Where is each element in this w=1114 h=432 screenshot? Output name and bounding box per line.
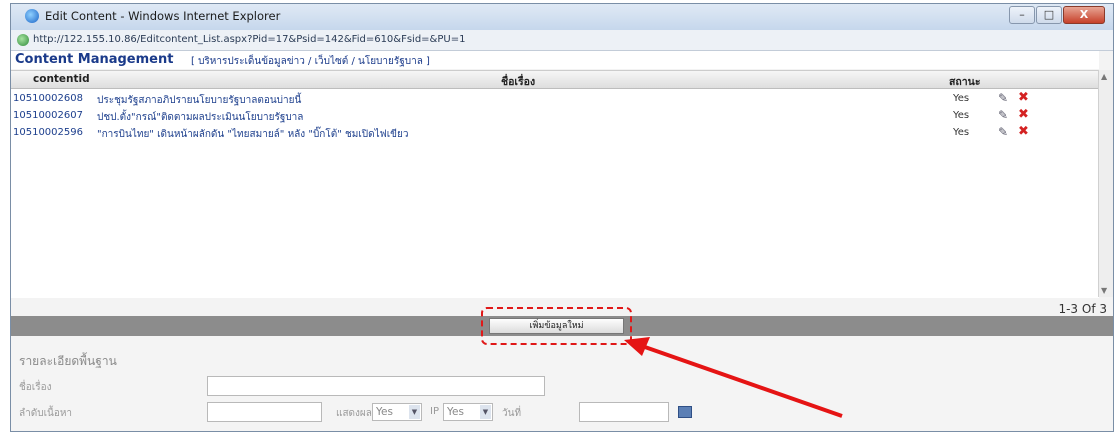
- arrow-shaft: [641, 344, 843, 418]
- annotation-arrow: [624, 337, 843, 418]
